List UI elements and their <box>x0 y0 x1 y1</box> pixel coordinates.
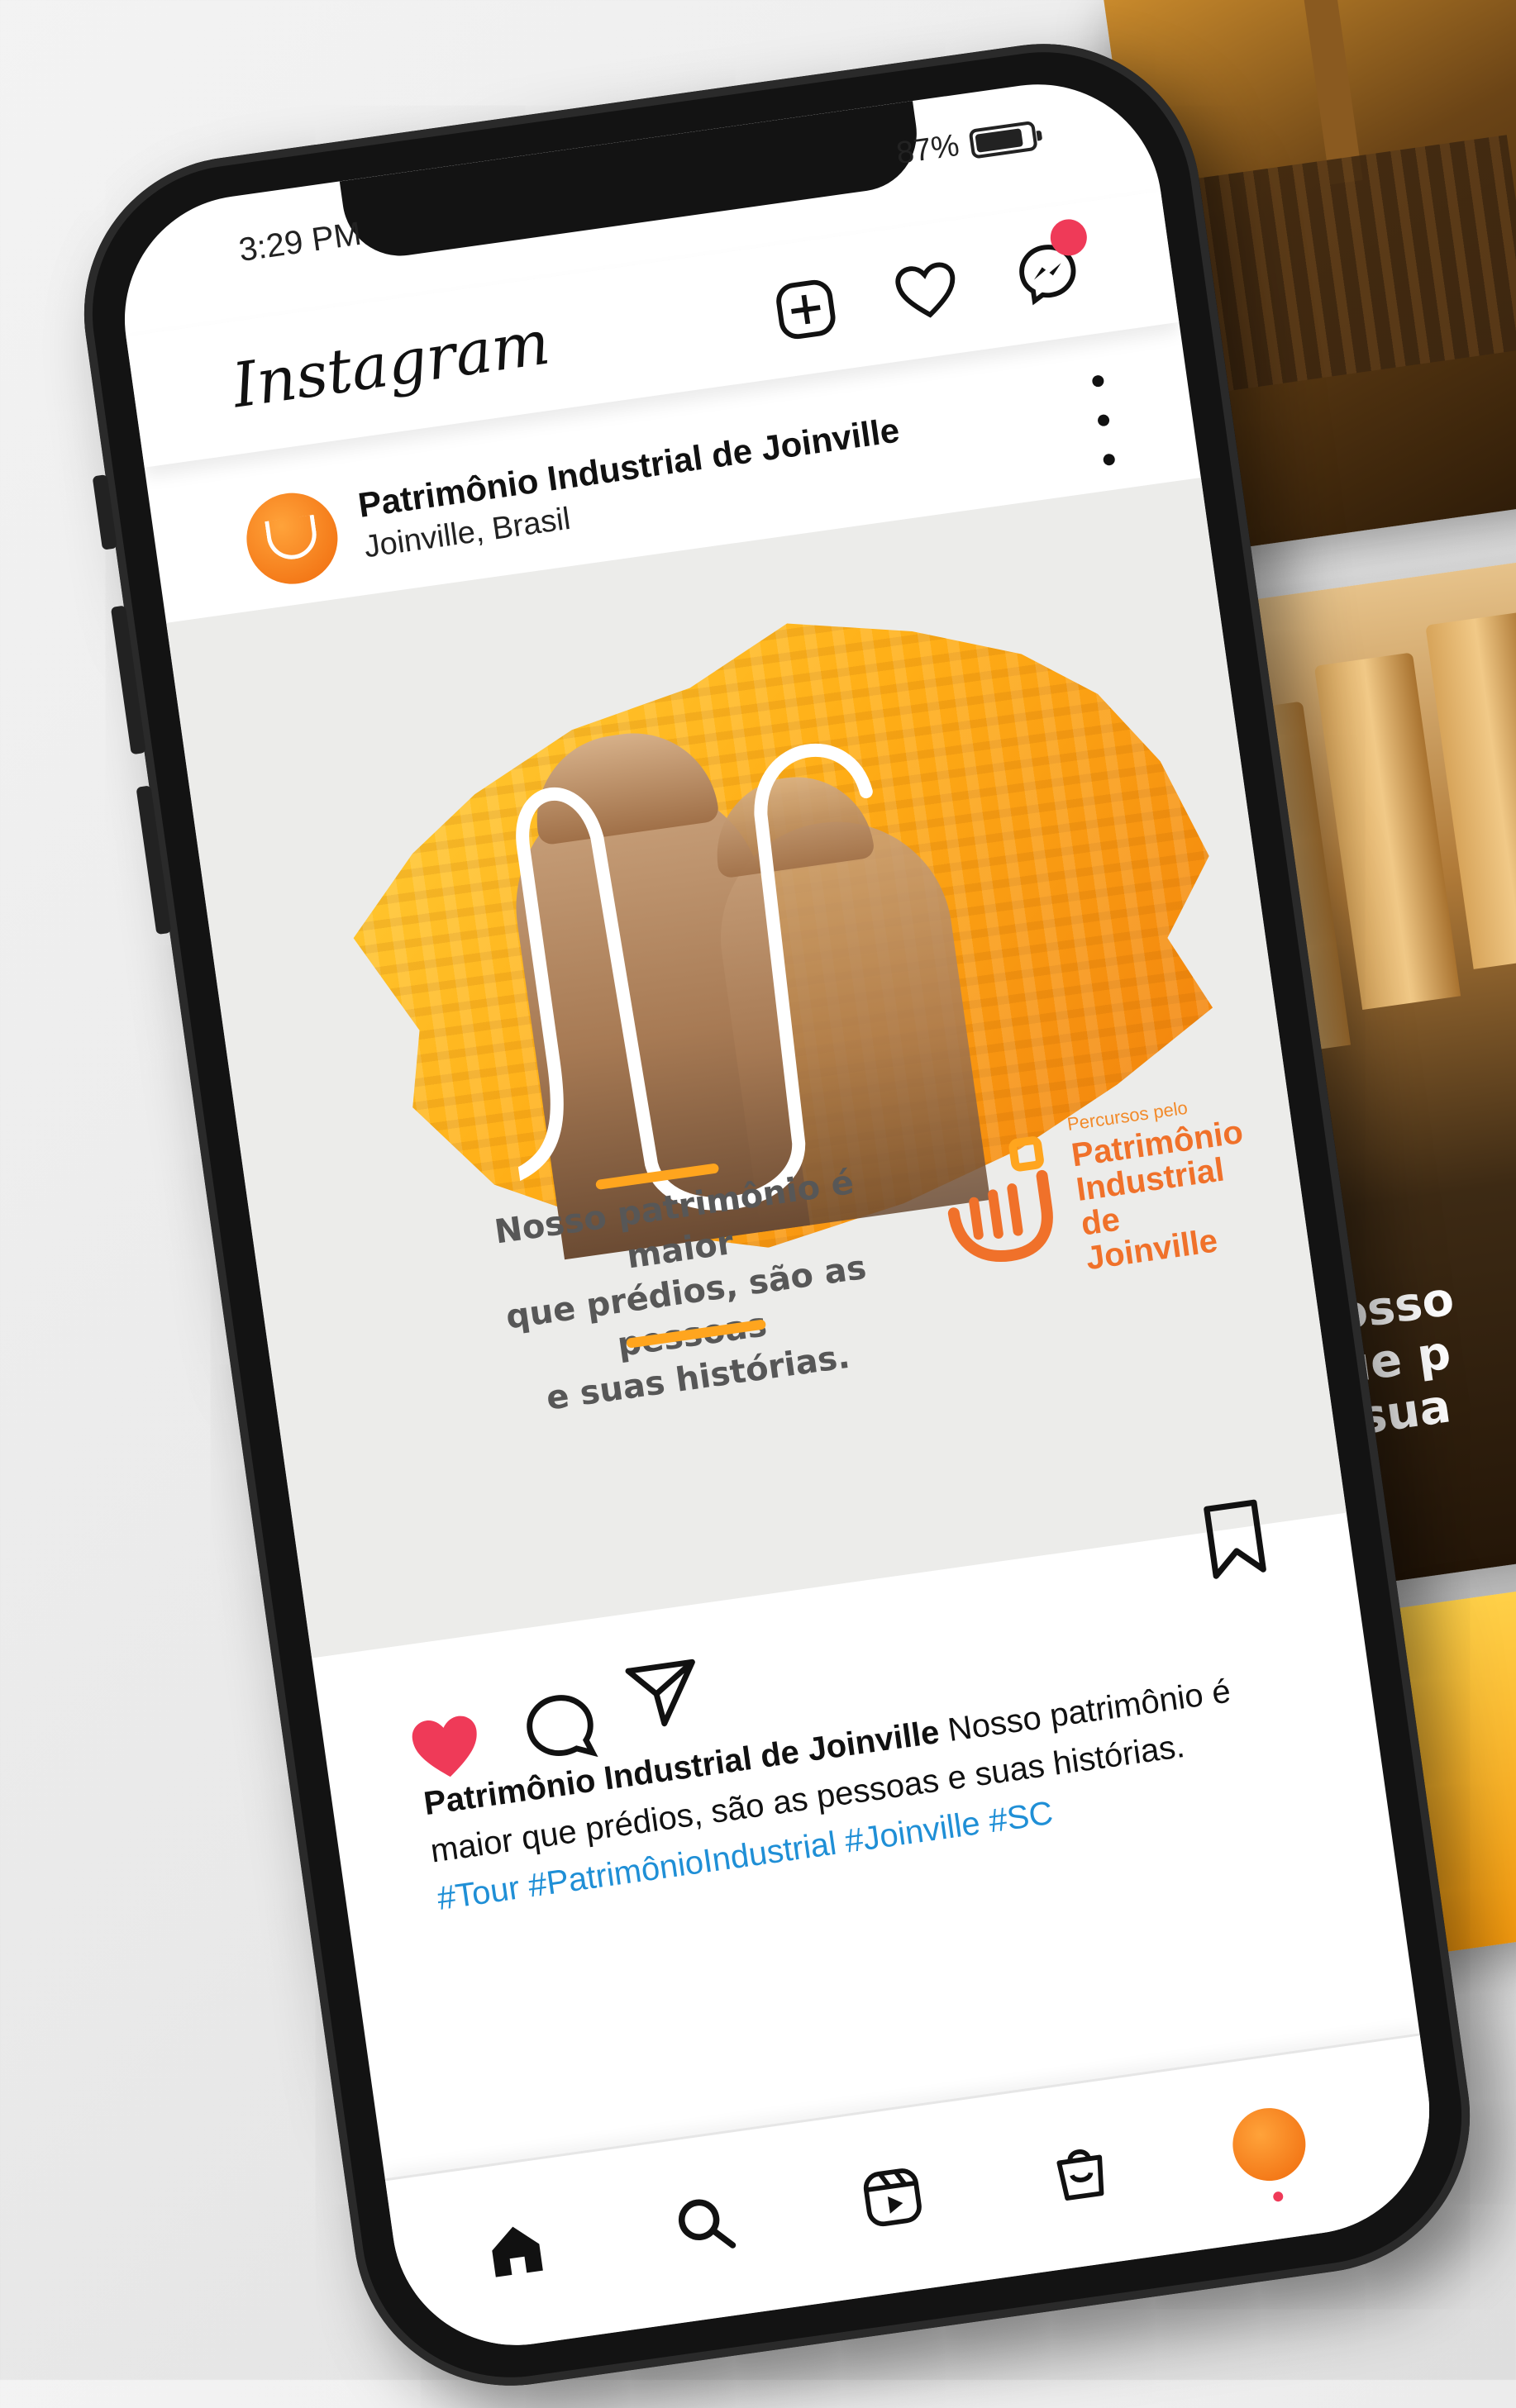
nav-search[interactable] <box>662 2182 746 2266</box>
volume-down-button <box>136 785 172 935</box>
post-author-name[interactable]: Patrimônio Industrial de Joinville <box>355 410 902 525</box>
nav-home[interactable] <box>474 2208 559 2292</box>
shopping-bag-icon <box>1056 2149 1104 2201</box>
bottom-navigation <box>384 2033 1446 2362</box>
brand-curve-line <box>455 743 873 1211</box>
workers-photo <box>455 659 990 1264</box>
slogan-text: Nosso patrimônio é maior que prédios, sã… <box>442 1154 931 1431</box>
header-actions <box>769 217 1089 347</box>
share-send-icon[interactable] <box>621 1650 707 1736</box>
search-icon <box>678 2199 737 2249</box>
new-post-icon[interactable] <box>770 273 842 345</box>
messenger-button[interactable] <box>1012 217 1089 313</box>
reels-icon <box>863 2168 922 2227</box>
more-options-icon[interactable] <box>1088 374 1120 467</box>
brand-hand-icon <box>947 1136 1053 1262</box>
factory-building <box>1179 135 1516 394</box>
instagram-logo: Instagram <box>228 307 555 422</box>
profile-avatar <box>1228 2103 1311 2186</box>
status-time: 3:29 PM <box>236 215 364 269</box>
volume-up-button <box>110 605 146 755</box>
home-icon <box>492 2226 543 2277</box>
battery-icon <box>968 120 1038 159</box>
battery-percent: 87% <box>894 127 961 172</box>
nav-reels[interactable] <box>851 2155 935 2239</box>
activity-heart-icon[interactable] <box>890 255 963 328</box>
post-author-avatar[interactable] <box>241 487 344 590</box>
silent-switch <box>92 474 117 550</box>
nav-shop[interactable] <box>1039 2129 1123 2213</box>
brand-hand-icon <box>265 514 320 563</box>
save-bookmark-icon[interactable] <box>1190 1495 1280 1584</box>
nav-profile[interactable] <box>1228 2102 1312 2187</box>
post-image[interactable]: Nosso patrimônio é maior que prédios, sã… <box>166 477 1347 1658</box>
brand-name: Patrimônio Industrial de Joinville <box>1069 1114 1260 1277</box>
